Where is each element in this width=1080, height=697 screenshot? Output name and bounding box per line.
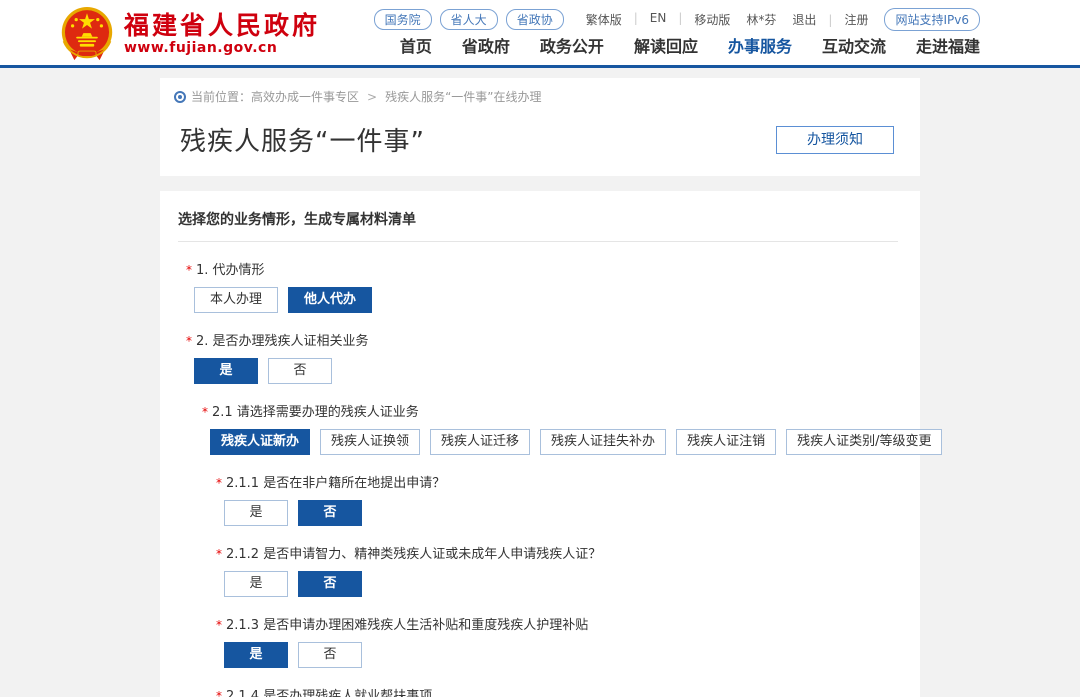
form-card: 选择您的业务情形，生成专属材料清单 *1. 代办情形本人办理他人代办 *2. 是否… bbox=[160, 191, 920, 697]
question-label: *2.1 请选择需要办理的残疾人证业务 bbox=[202, 401, 898, 420]
separator: | bbox=[634, 11, 638, 28]
nav-item[interactable]: 走进福建 bbox=[916, 33, 980, 57]
required-asterisk: * bbox=[186, 263, 192, 277]
site-name: 福建省人民政府 bbox=[124, 12, 320, 41]
breadcrumb-item-zone[interactable]: 高效办成一件事专区 bbox=[251, 88, 359, 105]
nav-item[interactable]: 首页 bbox=[400, 33, 432, 57]
question-label: *2.1.2 是否申请智力、精神类残疾人证或未成年人申请残疾人证？ bbox=[216, 543, 898, 562]
question-label: *2. 是否办理残疾人证相关业务 bbox=[186, 330, 898, 349]
question-label: *2.1.1 是否在非户籍所在地提出申请？ bbox=[216, 472, 898, 491]
section-title: 选择您的业务情形，生成专属材料清单 bbox=[178, 209, 898, 242]
required-asterisk: * bbox=[202, 405, 208, 419]
option-button[interactable]: 残疾人证注销 bbox=[676, 429, 776, 455]
question-q1: *1. 代办情形本人办理他人代办 bbox=[178, 259, 898, 313]
option-button[interactable]: 残疾人证新办 bbox=[210, 429, 310, 455]
quick-link-pill[interactable]: 国务院 bbox=[374, 9, 432, 30]
question-list: *1. 代办情形本人办理他人代办*2. 是否办理残疾人证相关业务是否*2.1 请… bbox=[178, 259, 898, 697]
separator: | bbox=[828, 13, 832, 27]
question-label: *2.1.4 是否办理残疾人就业帮扶事项 bbox=[216, 685, 898, 697]
register-link[interactable]: 注册 bbox=[844, 11, 868, 28]
quick-link-pill[interactable]: 省政协 bbox=[506, 9, 564, 30]
required-asterisk: * bbox=[216, 547, 222, 561]
breadcrumb-item-current: 残疾人服务“一件事”在线办理 bbox=[385, 88, 541, 105]
breadcrumb: 当前位置： 高效办成一件事专区 > 残疾人服务“一件事”在线办理 bbox=[174, 88, 900, 105]
quick-link-pill[interactable]: 省人大 bbox=[440, 9, 498, 30]
option-group: 是否 bbox=[216, 571, 898, 597]
question-q2-1: *2.1 请选择需要办理的残疾人证业务残疾人证新办残疾人证换领残疾人证迁移残疾人… bbox=[178, 401, 898, 455]
option-group: 本人办理他人代办 bbox=[186, 287, 898, 313]
site-logo[interactable]: 福建省人民政府 www.fujian.gov.cn bbox=[60, 6, 320, 62]
separator: | bbox=[678, 11, 682, 28]
option-button[interactable]: 否 bbox=[268, 358, 332, 384]
option-group: 残疾人证新办残疾人证换领残疾人证迁移残疾人证挂失补办残疾人证注销残疾人证类别/等… bbox=[202, 429, 898, 455]
option-button[interactable]: 否 bbox=[298, 500, 362, 526]
option-button[interactable]: 是 bbox=[224, 500, 288, 526]
logout-link[interactable]: 退出 bbox=[792, 11, 816, 28]
title-card: 当前位置： 高效办成一件事专区 > 残疾人服务“一件事”在线办理 残疾人服务“一… bbox=[160, 78, 920, 176]
notice-button[interactable]: 办理须知 bbox=[776, 126, 894, 154]
language-link[interactable]: 移动版 bbox=[694, 11, 730, 28]
site-url: www.fujian.gov.cn bbox=[124, 40, 320, 56]
option-button[interactable]: 残疾人证类别/等级变更 bbox=[786, 429, 942, 455]
site-header: 福建省人民政府 www.fujian.gov.cn 国务院省人大省政协 繁体版 |… bbox=[0, 0, 1080, 68]
breadcrumb-separator: > bbox=[367, 90, 377, 104]
required-asterisk: * bbox=[186, 334, 192, 348]
question-label: *2.1.3 是否申请办理困难残疾人生活补贴和重度残疾人护理补贴 bbox=[216, 614, 898, 633]
required-asterisk: * bbox=[216, 476, 222, 490]
ipv6-badge[interactable]: 网站支持IPv6 bbox=[884, 8, 980, 31]
utility-bar: 国务院省人大省政协 繁体版 | EN | 移动版 林*芬 退出 | 注册 网站支持IPv… bbox=[374, 8, 980, 31]
option-button[interactable]: 本人办理 bbox=[194, 287, 278, 313]
option-button[interactable]: 是 bbox=[224, 571, 288, 597]
question-label: *1. 代办情形 bbox=[186, 259, 898, 278]
language-link[interactable]: EN bbox=[650, 11, 667, 28]
question-q2: *2. 是否办理残疾人证相关业务是否 bbox=[178, 330, 898, 384]
nav-item[interactable]: 政务公开 bbox=[540, 33, 604, 57]
option-button[interactable]: 他人代办 bbox=[288, 287, 372, 313]
language-links: 繁体版 | EN | 移动版 bbox=[580, 11, 737, 28]
main-nav: 首页 省政府 政务公开 解读回应 办事服务 互动交流 走进福建 bbox=[400, 33, 980, 57]
national-emblem-icon bbox=[60, 6, 114, 62]
required-asterisk: * bbox=[216, 618, 222, 632]
nav-item[interactable]: 互动交流 bbox=[822, 33, 886, 57]
nav-item[interactable]: 办事服务 bbox=[728, 33, 792, 57]
option-group: 是否 bbox=[186, 358, 898, 384]
username-link[interactable]: 林*芬 bbox=[746, 11, 776, 28]
option-group: 是否 bbox=[216, 642, 898, 668]
nav-item[interactable]: 省政府 bbox=[462, 33, 510, 57]
required-asterisk: * bbox=[216, 689, 222, 697]
quick-links: 国务院省人大省政协 bbox=[374, 9, 572, 30]
page-title: 残疾人服务“一件事” bbox=[180, 121, 425, 158]
option-group: 是否 bbox=[216, 500, 898, 526]
breadcrumb-prefix: 当前位置： bbox=[191, 88, 251, 105]
option-button[interactable]: 残疾人证迁移 bbox=[430, 429, 530, 455]
nav-item[interactable]: 解读回应 bbox=[634, 33, 698, 57]
question-q2-1-4: *2.1.4 是否办理残疾人就业帮扶事项是否 bbox=[178, 685, 898, 697]
option-button[interactable]: 残疾人证换领 bbox=[320, 429, 420, 455]
question-q2-1-1: *2.1.1 是否在非户籍所在地提出申请？ 是否 bbox=[178, 472, 898, 526]
option-button[interactable]: 是 bbox=[224, 642, 288, 668]
option-button[interactable]: 是 bbox=[194, 358, 258, 384]
question-q2-1-3: *2.1.3 是否申请办理困难残疾人生活补贴和重度残疾人护理补贴是否 bbox=[178, 614, 898, 668]
option-button[interactable]: 残疾人证挂失补办 bbox=[540, 429, 666, 455]
question-q2-1-2: *2.1.2 是否申请智力、精神类残疾人证或未成年人申请残疾人证？ 是否 bbox=[178, 543, 898, 597]
language-link[interactable]: 繁体版 bbox=[586, 11, 622, 28]
location-icon bbox=[174, 91, 186, 103]
option-button[interactable]: 否 bbox=[298, 571, 362, 597]
option-button[interactable]: 否 bbox=[298, 642, 362, 668]
